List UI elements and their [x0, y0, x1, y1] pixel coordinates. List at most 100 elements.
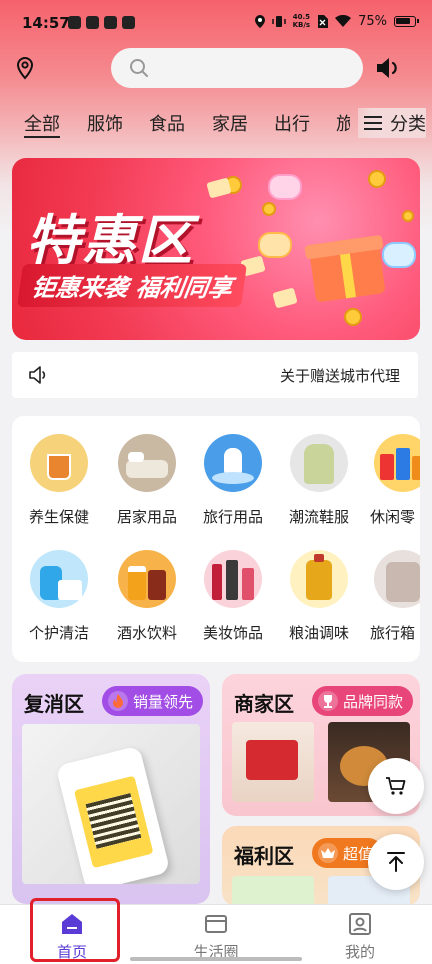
- category-snacks[interactable]: 休闲零: [360, 434, 420, 527]
- speaker-icon[interactable]: [375, 56, 401, 80]
- travel-icon: [204, 434, 262, 492]
- toy-decoration: [268, 174, 302, 200]
- promo-badge-text: 销量领先: [133, 692, 194, 711]
- category-grain-oil[interactable]: 粮油调味: [274, 550, 364, 643]
- promo-card-repurchase[interactable]: 复消区 销量领先: [12, 674, 210, 904]
- coin-decoration: [262, 202, 276, 216]
- category-drinks[interactable]: 酒水饮料: [102, 550, 192, 643]
- toy-decoration: [382, 242, 416, 268]
- category-label: 个护清洁: [28, 624, 89, 642]
- network-speed: 40.5 KB/s: [293, 13, 310, 29]
- arrow-up-icon: [387, 852, 405, 872]
- nav-mine-label: 我的: [344, 943, 375, 961]
- tiktok-icon: [68, 16, 81, 29]
- cart-icon: [386, 777, 406, 795]
- coin-decoration: [344, 308, 362, 326]
- promo-badge: 销量领先: [102, 686, 204, 716]
- category-luggage[interactable]: 旅行箱: [360, 550, 420, 643]
- category-label: 旅行箱: [370, 624, 416, 642]
- gesture-home-bar[interactable]: [130, 957, 302, 961]
- product-image-qr-stand[interactable]: [22, 724, 200, 884]
- cart-button[interactable]: [368, 758, 424, 814]
- menu-icon: [364, 116, 382, 130]
- category-cosmetics[interactable]: 美妆饰品: [188, 550, 278, 643]
- snacks-icon: [374, 434, 420, 492]
- health-tea-icon: [30, 434, 88, 492]
- search-input[interactable]: [111, 48, 363, 88]
- location-pin-icon[interactable]: [13, 56, 37, 80]
- crown-icon: [318, 843, 338, 863]
- category-label: 旅行用品: [202, 508, 263, 526]
- bedding-icon: [118, 434, 176, 492]
- battery-icon: [394, 15, 419, 27]
- vibrate-icon: [271, 15, 286, 27]
- promo-title: 复消区: [24, 692, 84, 716]
- nav-mine[interactable]: 我的: [315, 913, 405, 962]
- announcement-speaker-icon: [29, 366, 46, 384]
- category-label: 休闲零: [370, 508, 416, 526]
- tab-food[interactable]: 食品: [149, 110, 185, 136]
- promo-title: 福利区: [234, 844, 294, 868]
- category-menu-label: 分类: [390, 114, 426, 135]
- highlight-annotation-box: [30, 898, 120, 962]
- oil-icon: [290, 550, 348, 608]
- promo-badge-text: 品牌同款: [343, 692, 404, 711]
- category-tabs: 全部 服饰 食品 家居 出行 旅 分类: [0, 108, 432, 144]
- net-speed-value: 40.5: [292, 13, 310, 21]
- category-fashion[interactable]: 潮流鞋服: [274, 434, 364, 527]
- tab-travel[interactable]: 出行: [274, 110, 310, 136]
- tab-tourism-partial[interactable]: 旅: [336, 110, 350, 136]
- status-bar: 14:57 40.5 KB/s 75%: [0, 0, 432, 44]
- profile-icon: [348, 913, 372, 935]
- category-label: 粮油调味: [288, 624, 349, 642]
- category-label: 居家用品: [116, 508, 177, 526]
- app-notification-icon-2: [122, 16, 135, 29]
- category-home-goods[interactable]: 居家用品: [102, 434, 192, 527]
- jacket-icon: [290, 434, 348, 492]
- notice-text: 关于赠送城市代理: [280, 367, 401, 385]
- cosmetics-icon: [204, 550, 262, 608]
- trophy-icon: [318, 691, 338, 711]
- banner-slogan: 钜惠来袭 福利同享: [16, 264, 248, 307]
- product-image-welfare-1[interactable]: [232, 876, 314, 906]
- battery-percent: 75%: [358, 13, 387, 29]
- wifi-icon: [335, 15, 352, 27]
- category-travel-goods[interactable]: 旅行用品: [188, 434, 278, 527]
- category-label: 养生保健: [28, 508, 89, 526]
- suitcase-icon: [374, 550, 420, 608]
- tab-clothing[interactable]: 服饰: [87, 110, 123, 136]
- coupon-decoration: [272, 287, 298, 309]
- product-image-mooncake-box[interactable]: [232, 722, 314, 802]
- tab-all[interactable]: 全部: [24, 110, 60, 136]
- coin-decoration: [402, 210, 414, 222]
- back-to-top-button[interactable]: [368, 834, 424, 890]
- category-label: 酒水饮料: [116, 624, 177, 642]
- qr-stand: [55, 745, 171, 884]
- fire-icon: [108, 691, 128, 711]
- promo-banner[interactable]: 特惠区 钜惠来袭 福利同享: [12, 158, 420, 340]
- category-menu-button[interactable]: 分类: [358, 108, 426, 138]
- notification-icons: [68, 16, 135, 29]
- category-label: 潮流鞋服: [288, 508, 349, 526]
- nav-life-circle[interactable]: 生活圈: [171, 913, 261, 962]
- status-right: 40.5 KB/s 75%: [254, 13, 419, 29]
- promo-title: 商家区: [234, 692, 294, 716]
- promo-badge: 品牌同款: [312, 686, 414, 716]
- mail-app-icon: [86, 16, 99, 29]
- net-speed-unit: KB/s: [292, 21, 311, 29]
- sim-icon: [318, 14, 329, 28]
- notice-bar[interactable]: 关于赠送城市代理: [12, 352, 418, 398]
- category-personal-care[interactable]: 个护清洁: [14, 550, 104, 643]
- beer-icon: [118, 550, 176, 608]
- category-label: 美妆饰品: [202, 624, 263, 642]
- gift-box-illustration: [308, 235, 386, 303]
- wallet-icon: [204, 913, 228, 935]
- category-health[interactable]: 养生保健: [14, 434, 104, 527]
- location-status-icon: [254, 14, 265, 28]
- search-icon: [130, 59, 148, 77]
- coin-decoration: [368, 170, 386, 188]
- cleaning-icon: [30, 550, 88, 608]
- tab-home[interactable]: 家居: [212, 110, 248, 136]
- app-notification-icon: [104, 16, 117, 29]
- coupon-decoration: [206, 177, 232, 199]
